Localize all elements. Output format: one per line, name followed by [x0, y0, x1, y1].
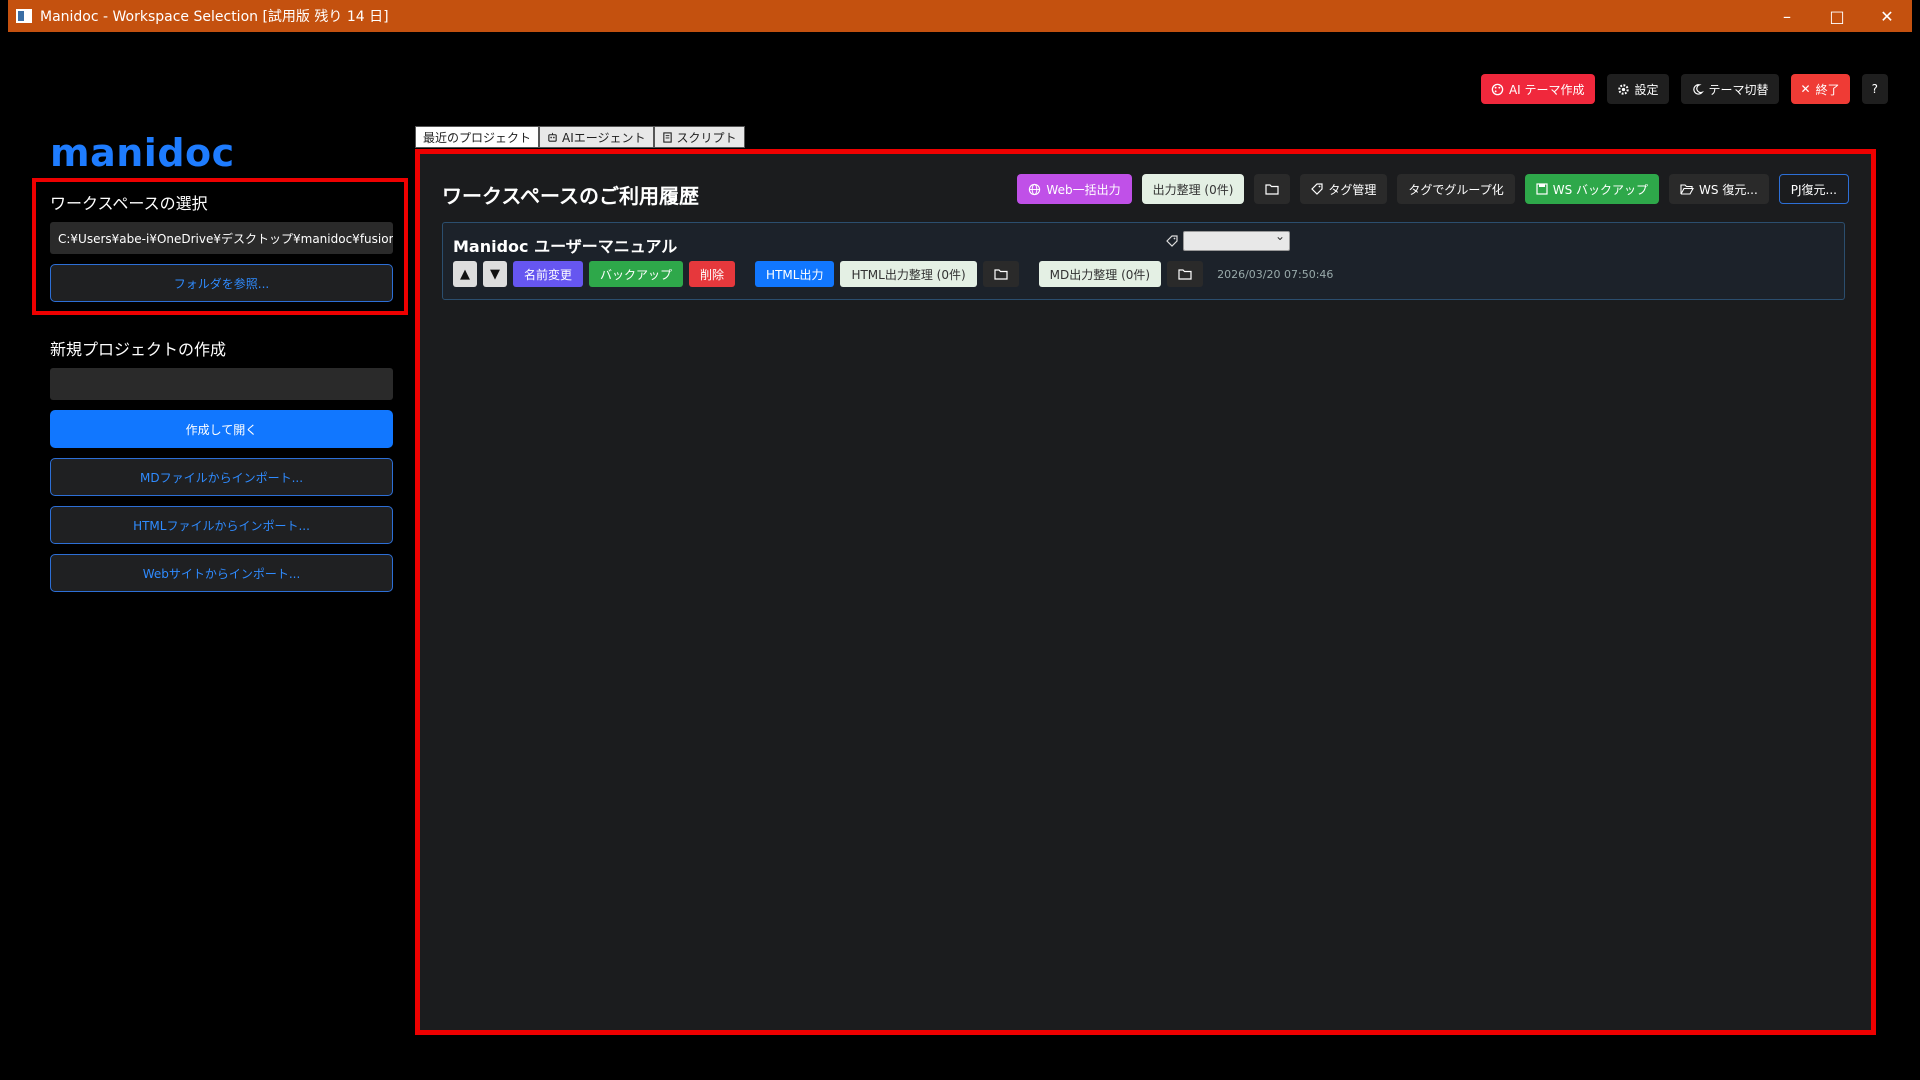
tab-ai-agent-label: AIエージェント	[562, 130, 646, 145]
palette-icon	[1491, 83, 1504, 96]
open-md-folder-button[interactable]	[1167, 261, 1204, 287]
globe-icon	[1028, 183, 1041, 196]
output-cleanup-button[interactable]: 出力整理 (0件)	[1141, 174, 1245, 204]
folder-icon	[1178, 268, 1192, 280]
web-bulk-output-button[interactable]: Web一括出力	[1017, 174, 1132, 204]
save-icon	[1536, 183, 1548, 195]
tab-recent-projects[interactable]: 最近のプロジェクト	[415, 126, 540, 148]
panel-title: ワークスペースのご利用履歴	[442, 184, 699, 208]
project-card: Manidoc ユーザーマニュアル ▲ ▼ 名前変更 バックアップ 削除 HTM…	[442, 222, 1845, 300]
tab-ai-agent[interactable]: AIエージェント	[539, 126, 654, 148]
new-project-label: 新規プロジェクトの作成	[50, 340, 227, 359]
main-tabs: 最近のプロジェクト AIエージェント スクリプト	[415, 126, 745, 148]
move-down-button[interactable]: ▼	[483, 261, 507, 287]
exit-label: 終了	[1815, 82, 1840, 97]
import-web-button[interactable]: Webサイトからインポート...	[50, 554, 393, 592]
recent-projects-panel: ワークスペースのご利用履歴 Web一括出力 出力整理 (0件) タグ管理 タグで…	[415, 149, 1876, 1035]
tag-manage-button[interactable]: タグ管理	[1300, 174, 1388, 204]
ws-backup-button[interactable]: WS バックアップ	[1524, 174, 1660, 204]
html-cleanup-button[interactable]: HTML出力整理 (0件)	[840, 261, 977, 287]
theme-switch-label: テーマ切替	[1708, 82, 1769, 97]
app-logo: manidoc	[50, 131, 235, 175]
rename-button[interactable]: 名前変更	[513, 261, 584, 287]
tag-icon	[1311, 183, 1324, 195]
ws-restore-button[interactable]: WS 復元...	[1669, 174, 1769, 204]
html-output-button[interactable]: HTML出力	[755, 261, 835, 287]
folder-icon	[1265, 183, 1280, 195]
script-icon	[662, 131, 673, 143]
md-cleanup-button[interactable]: MD出力整理 (0件)	[1038, 261, 1162, 287]
robot-icon	[547, 132, 558, 143]
ws-backup-label: WS バックアップ	[1552, 182, 1649, 197]
moon-icon	[1691, 83, 1704, 96]
project-name: Manidoc ユーザーマニュアル	[453, 237, 678, 256]
project-tag-select[interactable]	[1183, 229, 1290, 251]
tab-recent-projects-label: 最近のプロジェクト	[423, 130, 532, 145]
web-bulk-output-label: Web一括出力	[1046, 182, 1121, 197]
import-html-button[interactable]: HTMLファイルからインポート...	[50, 506, 393, 544]
folder-icon	[994, 268, 1008, 280]
close-window-button[interactable]: ✕	[1862, 0, 1912, 32]
app-icon	[16, 9, 32, 23]
ai-theme-label: AI テーマ作成	[1508, 82, 1585, 97]
top-action-bar: AI テーマ作成 設定 テーマ切替 ✕ 終了 ?	[1480, 74, 1888, 104]
open-html-folder-button[interactable]	[982, 261, 1019, 287]
pj-restore-button[interactable]: PJ復元...	[1778, 174, 1849, 204]
open-output-folder-button[interactable]	[1254, 174, 1291, 204]
delete-button[interactable]: 削除	[689, 261, 736, 287]
import-md-button[interactable]: MDファイルからインポート...	[50, 458, 393, 496]
panel-action-bar: Web一括出力 出力整理 (0件) タグ管理 タグでグループ化 WS バックアッ…	[1017, 174, 1849, 204]
new-project-name-input[interactable]	[50, 368, 393, 400]
close-icon: ✕	[1800, 82, 1811, 96]
tag-icon	[1166, 235, 1180, 249]
window-title: Manidoc - Workspace Selection [試用版 残り 14…	[40, 9, 389, 25]
help-button[interactable]: ?	[1861, 74, 1888, 104]
maximize-button[interactable]: □	[1812, 0, 1862, 32]
tab-script[interactable]: スクリプト	[653, 126, 745, 148]
folder-open-icon	[1680, 183, 1694, 195]
project-action-row: ▲ ▼ 名前変更 バックアップ 削除 HTML出力 HTML出力整理 (0件) …	[453, 261, 1333, 287]
ws-restore-label: WS 復元...	[1699, 182, 1758, 197]
tag-manage-label: タグ管理	[1328, 182, 1377, 197]
theme-switch-button[interactable]: テーマ切替	[1680, 74, 1779, 104]
workspace-path-field[interactable]: C:¥Users¥abe-i¥OneDrive¥デスクトップ¥manidoc¥f…	[50, 222, 393, 254]
project-timestamp: 2026/03/20 07:50:46	[1217, 267, 1334, 281]
gear-icon	[1617, 83, 1630, 96]
group-by-tag-button[interactable]: タグでグループ化	[1397, 174, 1515, 204]
create-open-button[interactable]: 作成して開く	[50, 410, 393, 448]
browse-folder-button[interactable]: フォルダを参照...	[50, 264, 393, 302]
window-titlebar: Manidoc - Workspace Selection [試用版 残り 14…	[8, 0, 1912, 32]
exit-button[interactable]: ✕ 終了	[1790, 74, 1850, 104]
move-up-button[interactable]: ▲	[453, 261, 477, 287]
minimize-button[interactable]: –	[1762, 0, 1812, 32]
sidebar: manidoc ワークスペースの選択 C:¥Users¥abe-i¥OneDri…	[50, 130, 393, 592]
workspace-label: ワークスペースの選択	[50, 194, 208, 213]
settings-label: 設定	[1634, 82, 1659, 97]
backup-button[interactable]: バックアップ	[589, 261, 684, 287]
ai-theme-button[interactable]: AI テーマ作成	[1480, 74, 1595, 104]
settings-button[interactable]: 設定	[1606, 74, 1669, 104]
tab-script-label: スクリプト	[676, 130, 737, 145]
